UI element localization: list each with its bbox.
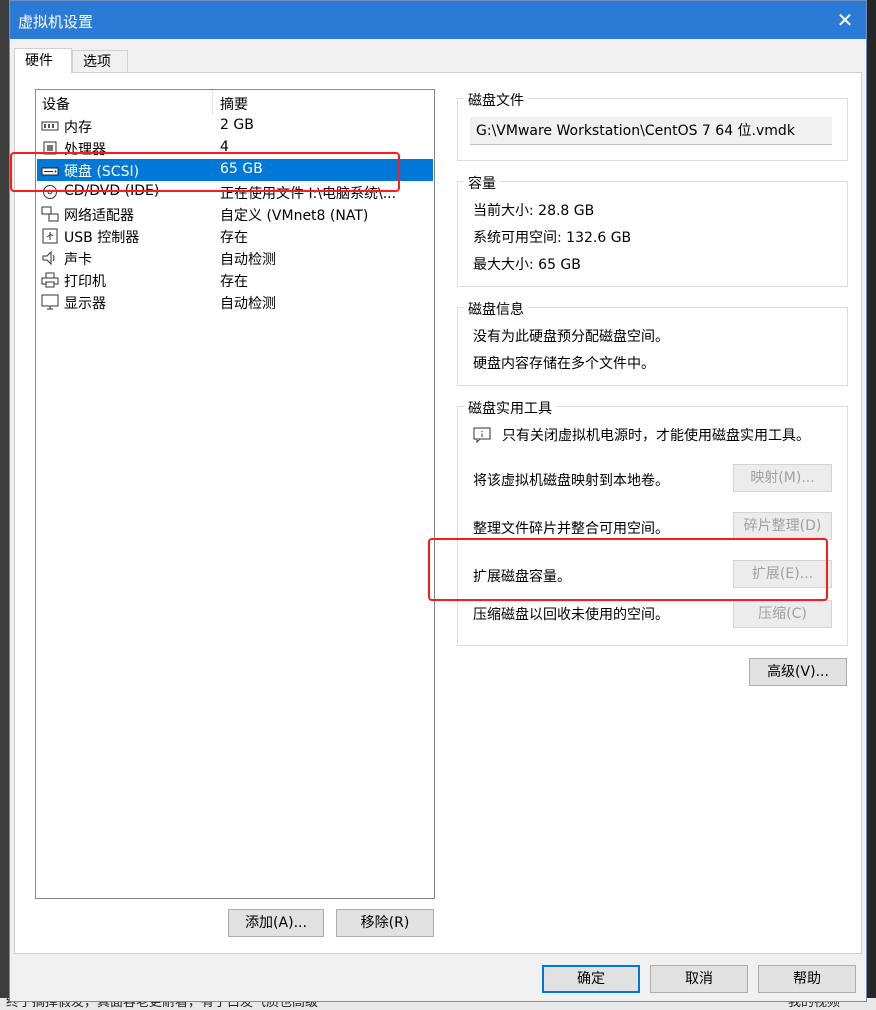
device-row-printer[interactable]: 打印机 存在: [37, 269, 433, 291]
map-text: 将该虚拟机磁盘映射到本地卷。: [473, 473, 669, 489]
device-summary: 自动检测: [220, 296, 276, 312]
compact-text: 压缩磁盘以回收未使用的空间。: [473, 607, 669, 623]
disk-info-line2: 硬盘内容存储在多个文件中。: [473, 356, 655, 372]
device-summary: 正在使用文件 I:\电脑系统\...: [220, 186, 397, 202]
device-name: 显示器: [64, 296, 106, 312]
remove-button[interactable]: 移除(R): [336, 909, 434, 937]
device-list-header: 设备 摘要: [36, 90, 434, 114]
device-row-harddisk[interactable]: 硬盘 (SCSI) 65 GB: [37, 159, 433, 181]
device-name: 打印机: [64, 274, 106, 290]
hardware-panel: 设备 摘要 内存 2 GB 处理器 4 硬盘 (SCSI) 65 GB CD/D…: [14, 72, 862, 954]
map-button[interactable]: 映射(M)...: [733, 464, 832, 492]
disk-utilities-label: 磁盘实用工具: [464, 398, 556, 418]
sound-card-icon: [42, 250, 55, 266]
compact-button[interactable]: 压缩(C): [733, 600, 832, 628]
device-summary: 2 GB: [220, 117, 254, 133]
harddisk-icon: [41, 167, 59, 176]
capacity-group: 容量 当前大小: 28.8 GB 系统可用空间: 132.6 GB 最大大小: …: [457, 173, 848, 287]
device-row-sound[interactable]: 声卡 自动检测: [37, 247, 433, 269]
display-icon: [41, 294, 59, 310]
info-message-icon: [473, 427, 491, 443]
device-name: 处理器: [64, 142, 106, 158]
expand-button[interactable]: 扩展(E)...: [733, 560, 832, 588]
expand-text: 扩展磁盘容量。: [473, 569, 571, 585]
close-icon[interactable]: ✕: [832, 7, 858, 33]
max-size-text: 最大大小: 65 GB: [473, 257, 581, 273]
column-device[interactable]: 设备: [42, 94, 70, 114]
device-row-cd-dvd[interactable]: CD/DVD (IDE) 正在使用文件 I:\电脑系统\...: [37, 181, 433, 203]
device-name: 声卡: [64, 252, 92, 268]
column-separator: [212, 90, 213, 114]
usb-icon: [42, 228, 58, 244]
disk-file-label: 磁盘文件: [464, 90, 528, 110]
device-row-processor[interactable]: 处理器 4: [37, 137, 433, 159]
device-name: 内存: [64, 120, 92, 136]
device-list: 设备 摘要 内存 2 GB 处理器 4 硬盘 (SCSI) 65 GB CD/D…: [35, 89, 435, 899]
device-summary: 65 GB: [220, 161, 263, 177]
processor-icon: [43, 141, 57, 155]
disk-info-group: 磁盘信息 没有为此硬盘预分配磁盘空间。 硬盘内容存储在多个文件中。: [457, 299, 848, 386]
network-adapter-icon: [41, 206, 59, 222]
system-free-text: 系统可用空间: 132.6 GB: [473, 230, 632, 246]
tab-hardware[interactable]: 硬件: [14, 48, 72, 73]
advanced-button[interactable]: 高级(V)...: [749, 658, 847, 686]
cancel-button[interactable]: 取消: [650, 965, 748, 993]
device-name: CD/DVD (IDE): [64, 183, 160, 199]
device-row-memory[interactable]: 内存 2 GB: [37, 115, 433, 137]
cd-dvd-icon: [43, 185, 57, 199]
device-summary: 自动检测: [220, 252, 276, 268]
device-row-display[interactable]: 显示器 自动检测: [37, 291, 433, 313]
help-button[interactable]: 帮助: [758, 965, 856, 993]
device-row-network[interactable]: 网络适配器 自定义 (VMnet8 (NAT): [37, 203, 433, 225]
title-bar: 虚拟机设置 ✕: [10, 1, 866, 39]
device-summary: 自定义 (VMnet8 (NAT): [220, 208, 369, 224]
window-title: 虚拟机设置: [18, 13, 94, 31]
defrag-text: 整理文件碎片并整合可用空间。: [473, 521, 669, 537]
vm-settings-dialog: 虚拟机设置 ✕ 硬件 选项 设备 摘要 内存 2 GB 处理器 4 硬盘 (SC…: [9, 0, 867, 1002]
device-name: USB 控制器: [64, 230, 140, 246]
column-summary[interactable]: 摘要: [220, 94, 248, 114]
background-right-strip: [867, 0, 876, 1010]
tab-options[interactable]: 选项: [72, 50, 128, 72]
disk-info-line1: 没有为此硬盘预分配磁盘空间。: [473, 329, 669, 345]
device-summary: 存在: [220, 274, 248, 290]
disk-info-label: 磁盘信息: [464, 299, 528, 319]
capacity-label: 容量: [464, 173, 500, 193]
disk-file-path[interactable]: G:\VMware Workstation\CentOS 7 64 位.vmdk: [470, 117, 832, 145]
disk-file-group: 磁盘文件 G:\VMware Workstation\CentOS 7 64 位…: [457, 90, 848, 161]
disk-utilities-group: 磁盘实用工具 只有关闭虚拟机电源时，才能使用磁盘实用工具。 将该虚拟机磁盘映射到…: [457, 398, 848, 646]
utilities-notice: 只有关闭虚拟机电源时，才能使用磁盘实用工具。: [502, 428, 810, 444]
defrag-button[interactable]: 碎片整理(D): [733, 512, 832, 540]
device-name: 硬盘 (SCSI): [64, 164, 140, 180]
memory-icon: [41, 121, 59, 131]
device-summary: 存在: [220, 230, 248, 246]
device-name: 网络适配器: [64, 208, 134, 224]
current-size-text: 当前大小: 28.8 GB: [473, 203, 595, 219]
printer-icon: [41, 272, 59, 288]
device-summary: 4: [220, 139, 229, 155]
ok-button[interactable]: 确定: [542, 965, 640, 993]
device-row-usb[interactable]: USB 控制器 存在: [37, 225, 433, 247]
add-button[interactable]: 添加(A)...: [228, 909, 324, 937]
